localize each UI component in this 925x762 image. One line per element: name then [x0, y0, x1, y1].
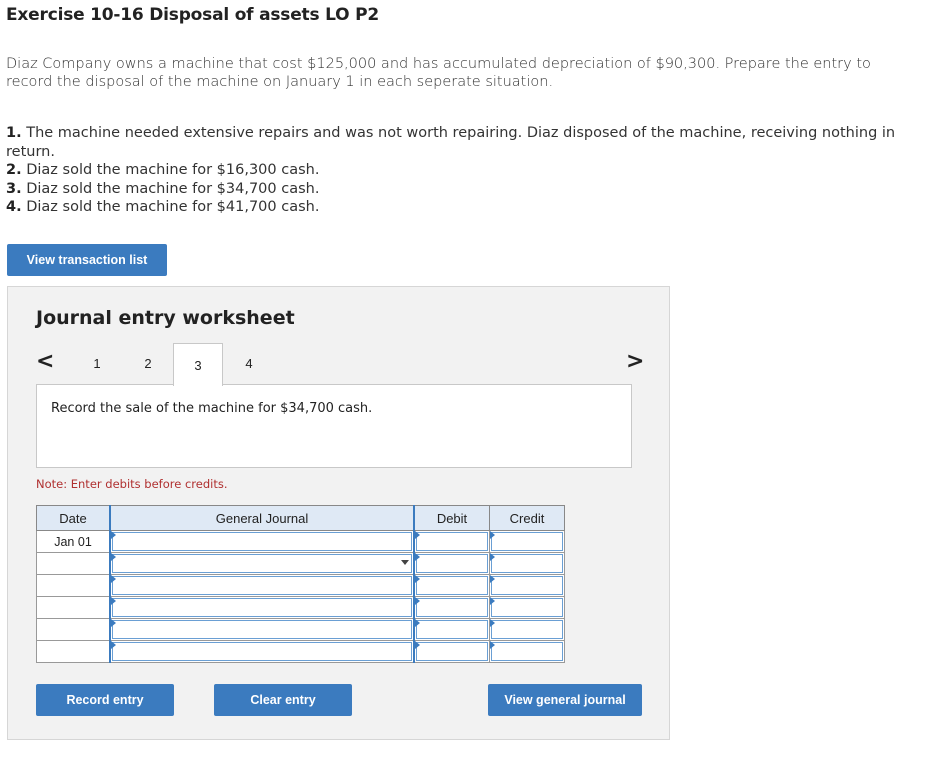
worksheet-title: Journal entry worksheet — [36, 307, 295, 329]
debit-input[interactable] — [413, 640, 490, 663]
input-marker-icon — [415, 597, 420, 605]
table-row — [36, 574, 565, 597]
input-marker-icon — [490, 531, 495, 539]
input-marker-icon — [490, 641, 495, 649]
input-marker-icon — [415, 531, 420, 539]
clear-entry-button[interactable]: Clear entry — [214, 684, 352, 716]
entry-description-box: Record the sale of the machine for $34,7… — [36, 384, 632, 468]
input-marker-icon — [415, 619, 420, 627]
input-marker-icon — [111, 619, 116, 627]
credit-input[interactable] — [489, 552, 565, 575]
situation-item-2: 2. Diaz sold the machine for $16,300 cas… — [6, 162, 320, 178]
input-marker-icon — [111, 575, 116, 583]
tab-1[interactable]: 1 — [72, 343, 122, 383]
journal-table: Date General Journal Debit Credit Jan 01 — [36, 505, 565, 663]
credit-input[interactable] — [489, 574, 565, 597]
input-marker-icon — [111, 597, 116, 605]
debit-column-header: Debit — [413, 505, 490, 531]
input-marker-icon — [490, 575, 495, 583]
general-journal-column-header: General Journal — [109, 505, 415, 531]
journal-entry-worksheet: Journal entry worksheet < 1 2 3 4 > Reco… — [7, 286, 670, 740]
account-input[interactable] — [109, 618, 415, 641]
credit-input[interactable] — [489, 530, 565, 553]
record-entry-button[interactable]: Record entry — [36, 684, 174, 716]
table-row — [36, 552, 565, 575]
next-arrow-icon[interactable]: > — [626, 351, 644, 373]
credit-column-header: Credit — [489, 505, 565, 531]
date-cell — [36, 574, 111, 597]
account-input[interactable] — [109, 530, 415, 553]
date-cell — [36, 640, 111, 663]
date-cell — [36, 552, 111, 575]
situation-item-1: 1. The machine needed extensive repairs … — [6, 125, 896, 160]
input-marker-icon — [490, 597, 495, 605]
table-row — [36, 618, 565, 641]
credit-input[interactable] — [489, 640, 565, 663]
debit-input[interactable] — [413, 596, 490, 619]
account-input[interactable] — [109, 596, 415, 619]
journal-header-row: Date General Journal Debit Credit — [36, 505, 565, 531]
entry-description: Record the sale of the machine for $34,7… — [51, 401, 373, 416]
tab-2[interactable]: 2 — [123, 343, 173, 383]
account-input[interactable] — [109, 574, 415, 597]
credit-input[interactable] — [489, 618, 565, 641]
input-marker-icon — [111, 553, 116, 561]
tab-4[interactable]: 4 — [224, 343, 274, 383]
entry-note: Note: Enter debits before credits. — [36, 477, 228, 491]
debit-input[interactable] — [413, 530, 490, 553]
situation-list: 1. The machine needed extensive repairs … — [6, 124, 925, 217]
tab-3[interactable]: 3 — [173, 343, 223, 386]
input-marker-icon — [415, 553, 420, 561]
page-title: Exercise 10-16 Disposal of assets LO P2 — [6, 5, 379, 25]
input-marker-icon — [111, 641, 116, 649]
account-select[interactable] — [109, 552, 415, 575]
view-transaction-list-button[interactable]: View transaction list — [7, 244, 167, 276]
date-cell: Jan 01 — [36, 530, 111, 553]
problem-intro: Diaz Company owns a machine that cost $1… — [6, 56, 871, 90]
debit-input[interactable] — [413, 618, 490, 641]
debit-input[interactable] — [413, 574, 490, 597]
worksheet-tabs: < 1 2 3 4 > — [8, 343, 671, 386]
input-marker-icon — [490, 553, 495, 561]
situation-item-4: 4. Diaz sold the machine for $41,700 cas… — [6, 199, 320, 215]
table-row: Jan 01 — [36, 530, 565, 553]
dropdown-caret-icon[interactable] — [401, 560, 409, 565]
table-row — [36, 640, 565, 663]
input-marker-icon — [490, 619, 495, 627]
situation-item-3: 3. Diaz sold the machine for $34,700 cas… — [6, 180, 320, 197]
date-cell — [36, 618, 111, 641]
input-marker-icon — [415, 575, 420, 583]
account-input[interactable] — [109, 640, 415, 663]
input-marker-icon — [111, 531, 116, 539]
credit-input[interactable] — [489, 596, 565, 619]
table-row — [36, 596, 565, 619]
view-general-journal-button[interactable]: View general journal — [488, 684, 642, 716]
date-cell — [36, 596, 111, 619]
input-marker-icon — [415, 641, 420, 649]
date-column-header: Date — [36, 505, 111, 531]
debit-input[interactable] — [413, 552, 490, 575]
prev-arrow-icon[interactable]: < — [36, 351, 54, 373]
